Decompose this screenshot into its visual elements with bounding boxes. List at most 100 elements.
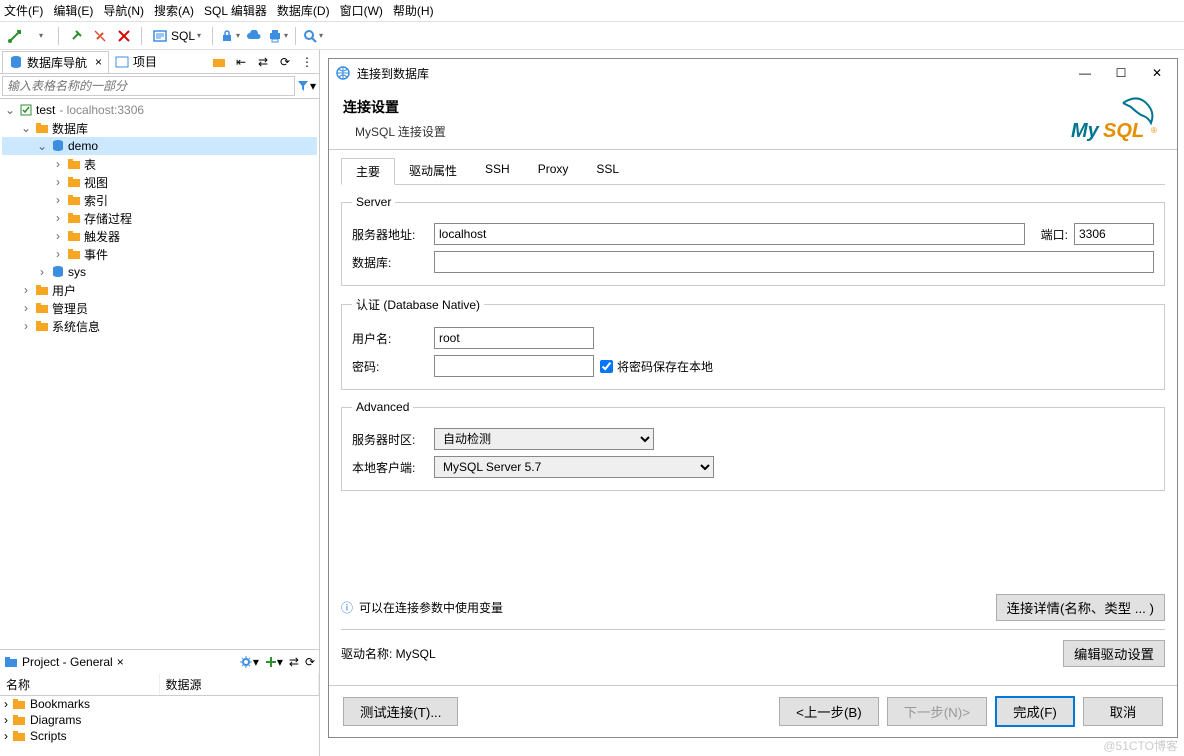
new-connection-icon[interactable] [4, 25, 26, 47]
close-icon[interactable]: × [117, 655, 124, 669]
project-item-scripts[interactable]: ›Scripts [0, 728, 319, 744]
link-icon[interactable]: ⇄ [253, 53, 273, 71]
username-input[interactable] [434, 327, 594, 349]
collapse-icon[interactable]: ⇤ [231, 53, 251, 71]
col-datasource[interactable]: 数据源 [160, 674, 320, 695]
globe-icon [335, 65, 351, 81]
save-password-label: 将密码保存在本地 [617, 358, 713, 375]
connection-details-button[interactable]: 连接详情(名称、类型 ... ) [996, 594, 1165, 621]
menu-edit[interactable]: 编辑(E) [53, 2, 93, 19]
menu-database[interactable]: 数据库(D) [277, 2, 330, 19]
server-legend: Server [352, 195, 395, 209]
tree-db-demo[interactable]: ⌄demo [2, 137, 317, 155]
server-fieldset: Server 服务器地址: 端口: 数据库: [341, 195, 1165, 286]
bottom-project-panel: Project - General × ▾ ▾ ⇄ ⟳ 名称 数据源 ›Book… [0, 649, 319, 756]
project-item-bookmarks[interactable]: ›Bookmarks [0, 696, 319, 712]
dropdown-icon[interactable]: ▾ [30, 25, 52, 47]
tree-views[interactable]: ›视图 [2, 173, 317, 191]
password-label: 密码: [352, 358, 428, 375]
password-input[interactable] [434, 355, 594, 377]
client-select[interactable]: MySQL Server 5.7 [434, 456, 714, 478]
tab-ssh[interactable]: SSH [471, 158, 524, 184]
tab-ssl[interactable]: SSL [582, 158, 633, 184]
filter-input[interactable] [2, 76, 295, 96]
info-text: 可以在连接参数中使用变量 [359, 599, 503, 616]
maximize-button[interactable]: ☐ [1107, 63, 1135, 83]
tab-db-navigator[interactable]: 数据库导航 × [2, 51, 109, 73]
tree-procedures[interactable]: ›存储过程 [2, 209, 317, 227]
database-label: 数据库: [352, 254, 428, 271]
gear-icon[interactable] [239, 655, 253, 669]
advanced-legend: Advanced [352, 400, 413, 414]
tree-events[interactable]: ›事件 [2, 245, 317, 263]
folder-blue-icon [4, 655, 18, 669]
tab-driver-props[interactable]: 驱动属性 [395, 158, 471, 184]
timezone-label: 服务器时区: [352, 431, 428, 448]
menu-help[interactable]: 帮助(H) [393, 2, 434, 19]
tree-indexes[interactable]: ›索引 [2, 191, 317, 209]
tree-sysinfo[interactable]: ›系统信息 [2, 317, 317, 335]
host-label: 服务器地址: [352, 226, 428, 243]
database-input[interactable] [434, 251, 1154, 273]
close-icon[interactable]: × [95, 55, 102, 69]
new-folder-icon[interactable] [209, 53, 229, 71]
database-icon [9, 55, 23, 69]
tree-tables[interactable]: ›表 [2, 155, 317, 173]
dialog-subheading: MySQL 连接设置 [355, 123, 446, 140]
tree-databases[interactable]: ⌄数据库 [2, 119, 317, 137]
dropdown-icon[interactable]: ▾ [253, 655, 259, 669]
port-label: 端口: [1041, 226, 1068, 243]
menu-icon[interactable]: ⋮ [297, 53, 317, 71]
tab-proxy[interactable]: Proxy [524, 158, 583, 184]
edit-driver-button[interactable]: 编辑驱动设置 [1063, 640, 1165, 667]
project-panel-title: Project - General [22, 655, 113, 669]
tree-connection[interactable]: ⌄test- localhost:3306 [2, 101, 317, 119]
tab-main[interactable]: 主要 [341, 158, 395, 185]
dialog-heading: 连接设置 [343, 97, 446, 117]
menu-window[interactable]: 窗口(W) [340, 2, 383, 19]
host-input[interactable] [434, 223, 1025, 245]
tree-users[interactable]: ›用户 [2, 281, 317, 299]
port-input[interactable] [1074, 223, 1154, 245]
next-button[interactable]: 下一步(N)> [887, 697, 987, 726]
timezone-select[interactable]: 自动检测 [434, 428, 654, 450]
connection-dialog: 连接到数据库 — ☐ ✕ 连接设置 MySQL 连接设置 MySQL® [328, 58, 1178, 738]
close-button[interactable]: ✕ [1143, 63, 1171, 83]
back-button[interactable]: <上一步(B) [779, 697, 879, 726]
cloud-icon[interactable] [243, 25, 265, 47]
sql-editor-button[interactable]: SQL ▾ [148, 28, 206, 44]
col-name[interactable]: 名称 [0, 674, 160, 695]
svg-text:SQL: SQL [1103, 120, 1144, 142]
tree-admins[interactable]: ›管理员 [2, 299, 317, 317]
save-password-checkbox[interactable] [600, 360, 613, 373]
filter-icon[interactable]: ▾ [295, 76, 317, 96]
tree-db-sys[interactable]: ›sys [2, 263, 317, 281]
tab-project[interactable]: 项目 [109, 51, 163, 72]
tree-triggers[interactable]: ›触发器 [2, 227, 317, 245]
dialog-title: 连接到数据库 [357, 65, 429, 82]
project-item-diagrams[interactable]: ›Diagrams [0, 712, 319, 728]
svg-text:My: My [1071, 120, 1100, 142]
driver-name-label: 驱动名称: MySQL [341, 645, 436, 662]
menu-search[interactable]: 搜索(A) [154, 2, 194, 19]
test-connection-button[interactable]: 测试连接(T)... [343, 697, 458, 726]
dropdown-icon[interactable]: ▾ [277, 655, 283, 669]
lock-icon[interactable]: ▾ [219, 25, 241, 47]
disconnect-red-icon[interactable] [113, 25, 135, 47]
mysql-logo: MySQL® [1063, 93, 1163, 143]
username-label: 用户名: [352, 330, 428, 347]
refresh-icon[interactable]: ⟳ [305, 655, 315, 669]
print-icon[interactable]: ▾ [267, 25, 289, 47]
menu-navigate[interactable]: 导航(N) [103, 2, 144, 19]
link-icon[interactable]: ⇄ [289, 655, 299, 669]
add-icon[interactable] [265, 656, 277, 668]
minimize-button[interactable]: — [1071, 63, 1099, 83]
menu-file[interactable]: 文件(F) [4, 2, 43, 19]
plug-connect-icon[interactable] [65, 25, 87, 47]
search-icon[interactable]: ▾ [302, 25, 324, 47]
menu-sql[interactable]: SQL 编辑器 [204, 2, 267, 19]
finish-button[interactable]: 完成(F) [995, 696, 1075, 727]
cancel-button[interactable]: 取消 [1083, 697, 1163, 726]
plug-disconnect-icon[interactable] [89, 25, 111, 47]
refresh-icon[interactable]: ⟳ [275, 53, 295, 71]
